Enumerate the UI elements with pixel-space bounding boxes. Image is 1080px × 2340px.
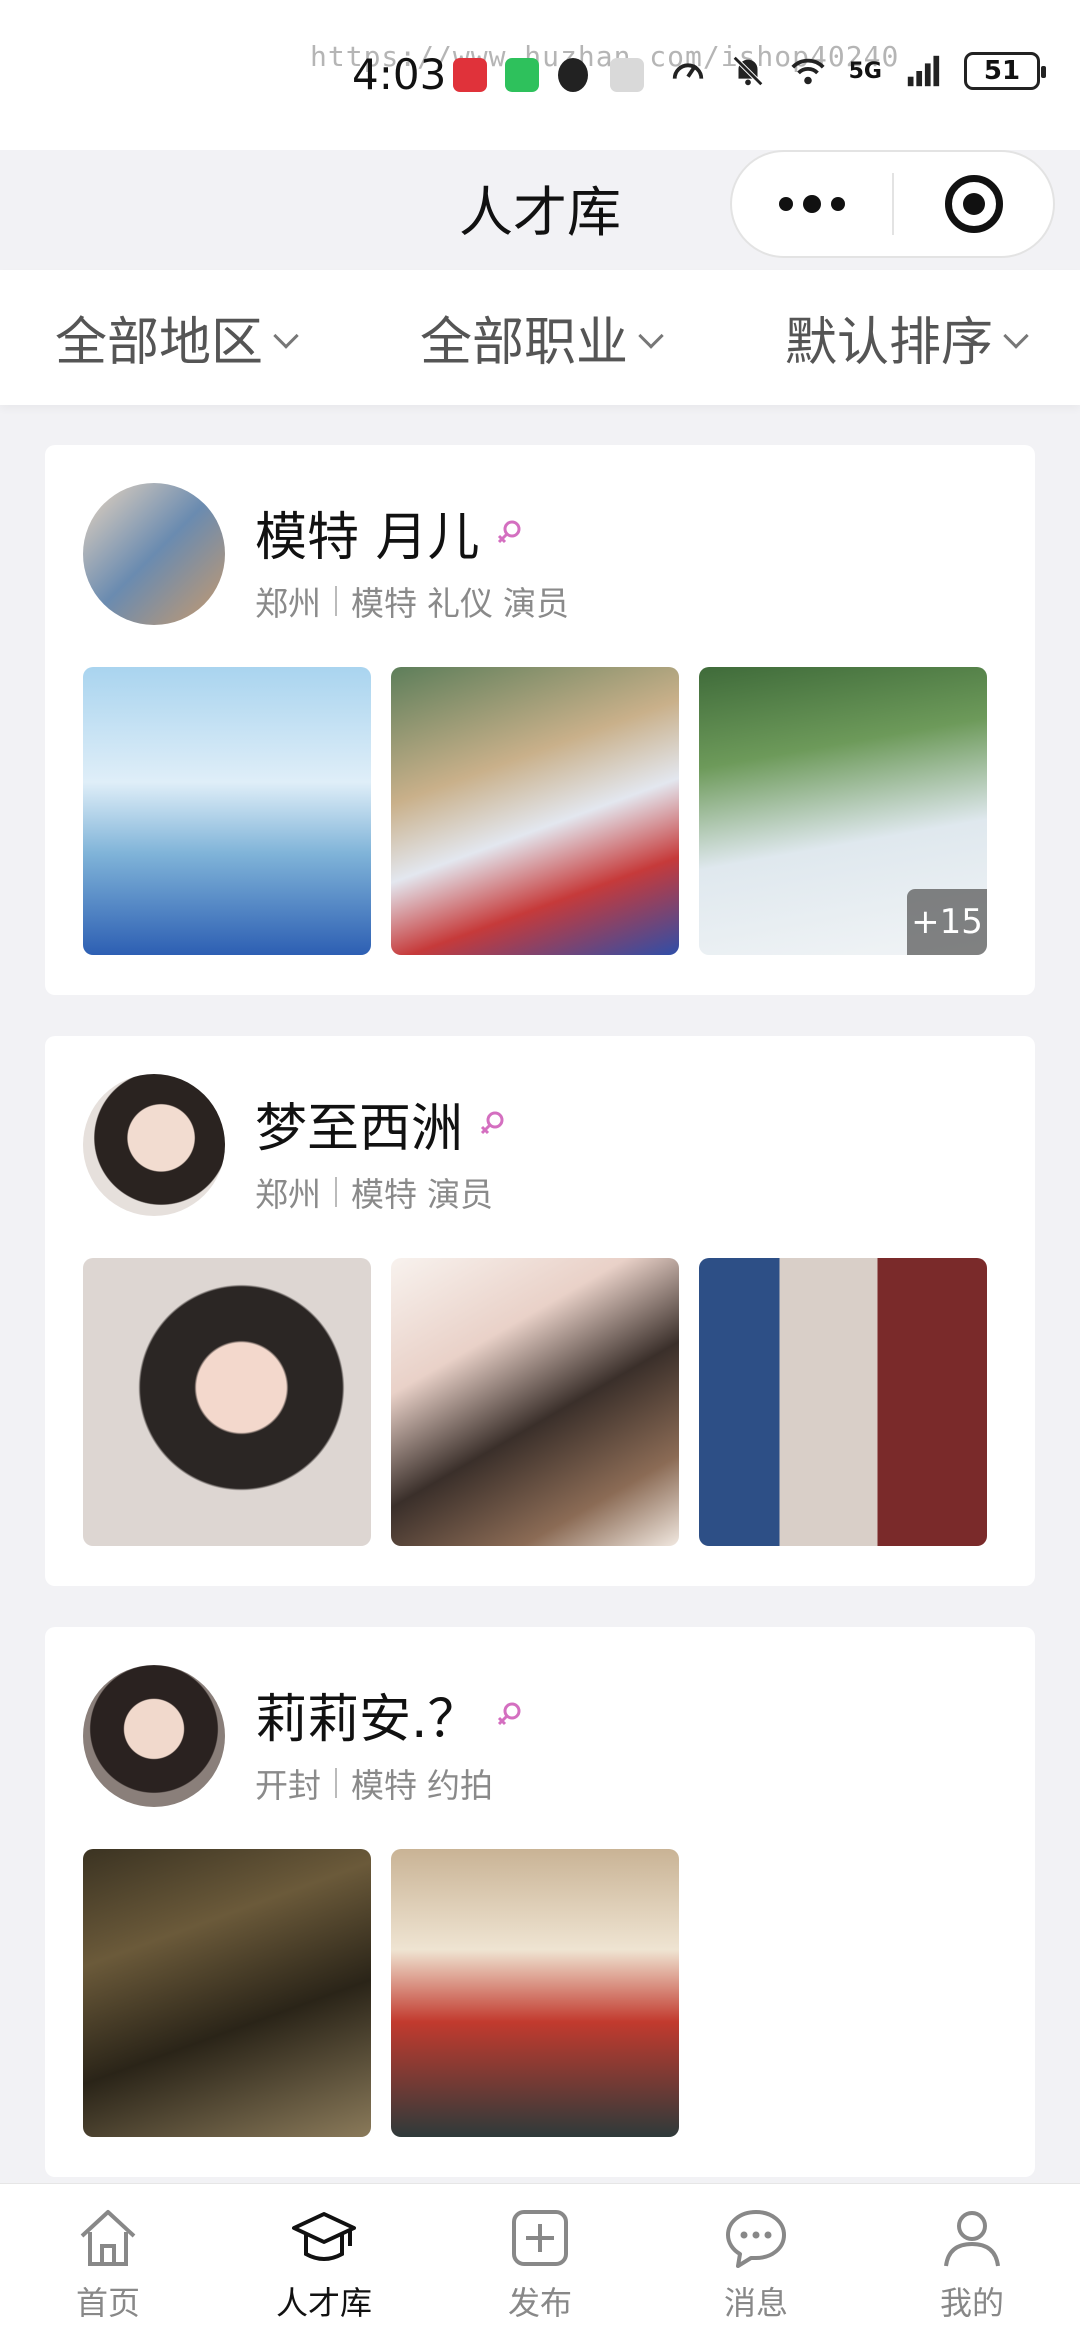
talent-tag: 礼仪 <box>427 584 493 623</box>
home-icon <box>80 2210 136 2266</box>
huawei-app-icon <box>453 58 487 92</box>
tab-label: 人才库 <box>275 2284 372 2322</box>
talent-city: 开封 <box>255 1766 321 1805</box>
gallery-photo[interactable] <box>83 667 371 955</box>
talent-city: 郑州 <box>255 584 321 623</box>
more-button[interactable] <box>732 152 892 256</box>
tab-label: 首页 <box>75 2284 140 2322</box>
close-mini-program-button[interactable] <box>894 152 1053 256</box>
tab-messages[interactable]: 消息 <box>648 2184 864 2340</box>
tab-talent-pool[interactable]: 人才库 <box>216 2184 432 2340</box>
avatar[interactable] <box>83 483 225 625</box>
gallery-photo[interactable] <box>699 1258 987 1546</box>
target-icon <box>944 175 1003 233</box>
gallery-photo[interactable] <box>83 1849 371 2137</box>
filter-profession-label: 全部职业 <box>419 313 628 373</box>
chevron-down-icon <box>638 322 664 349</box>
photo-grid <box>83 1849 679 2137</box>
plus-square-icon <box>512 2210 568 2266</box>
talent-meta: 郑州 模特 礼仪 演员 <box>255 577 579 625</box>
talent-tag: 约拍 <box>427 1766 493 1805</box>
talent-tag: 演员 <box>503 584 569 623</box>
more-photos-badge: +15 <box>907 889 987 955</box>
graduation-cap-icon <box>292 2212 356 2261</box>
talent-tag: 模特 <box>351 584 417 623</box>
speed-gauge-icon <box>672 63 703 79</box>
tab-label: 发布 <box>507 2284 572 2322</box>
filter-bar: 全部地区 全部职业 默认排序 <box>0 270 1080 405</box>
avatar[interactable] <box>83 1074 225 1216</box>
talent-meta: 开封 模特 约拍 <box>255 1759 503 1807</box>
signal-icon <box>907 55 940 87</box>
gallery-photo[interactable]: +15 <box>699 667 987 955</box>
talent-card[interactable]: 模特 月儿 郑州 模特 礼仪 演员 +15 <box>45 445 1035 995</box>
filter-sort-label: 默认排序 <box>784 313 993 373</box>
talent-name: 莉莉安.？ <box>255 1690 480 1750</box>
talent-tag: 模特 <box>351 1175 417 1214</box>
talent-tag: 模特 <box>351 1766 417 1805</box>
photo-grid: +15 <box>83 667 987 955</box>
female-icon <box>497 520 521 543</box>
status-icons: 5G 51 <box>669 52 1046 90</box>
gallery-photo[interactable] <box>83 1258 371 1546</box>
status-time: 4:03 <box>352 50 447 99</box>
notification-app-icon <box>610 58 644 92</box>
dot-icon <box>779 197 793 211</box>
chevron-down-icon <box>273 322 299 349</box>
photo-grid <box>83 1258 987 1546</box>
filter-region-label: 全部地区 <box>55 313 264 373</box>
talent-name: 模特 月儿 <box>255 508 480 568</box>
talent-tag: 演员 <box>427 1175 493 1214</box>
tab-label: 消息 <box>723 2284 788 2322</box>
divider <box>335 586 337 616</box>
gallery-photo[interactable] <box>391 1258 679 1546</box>
divider <box>335 1768 337 1798</box>
mini-program-capsule <box>730 150 1055 258</box>
female-icon <box>497 1702 521 1725</box>
tab-label: 我的 <box>939 2284 1004 2322</box>
talent-card[interactable]: 梦至西洲 郑州 模特 演员 <box>45 1036 1035 1586</box>
tab-publish[interactable]: 发布 <box>432 2184 648 2340</box>
talent-meta: 郑州 模特 演员 <box>255 1168 503 1216</box>
female-icon <box>480 1111 504 1134</box>
tab-profile[interactable]: 我的 <box>864 2184 1080 2340</box>
talent-city: 郑州 <box>255 1175 321 1214</box>
battery-indicator: 51 <box>964 52 1046 90</box>
wechat-app-icon <box>505 58 539 92</box>
dot-icon <box>803 195 821 213</box>
filter-region[interactable]: 全部地区 <box>55 300 299 375</box>
chevron-down-icon <box>1003 322 1029 349</box>
tab-home[interactable]: 首页 <box>0 2184 216 2340</box>
mute-bell-icon <box>732 56 763 86</box>
divider <box>335 1177 337 1207</box>
tab-bar: 首页 人才库 发布 消息 我的 <box>0 2183 1080 2340</box>
gallery-photo[interactable] <box>391 1849 679 2137</box>
talent-name: 梦至西洲 <box>255 1099 464 1159</box>
filter-profession[interactable]: 全部职业 <box>419 300 664 375</box>
user-icon <box>944 2211 1000 2267</box>
avatar[interactable] <box>83 1665 225 1807</box>
filter-sort[interactable]: 默认排序 <box>784 300 1029 375</box>
gallery-photo[interactable] <box>391 667 679 955</box>
network-type: 5G <box>848 58 882 84</box>
talent-card[interactable]: 莉莉安.？ 开封 模特 约拍 <box>45 1627 1035 2177</box>
qq-app-icon <box>558 58 588 92</box>
wifi-icon <box>791 58 825 85</box>
dot-icon <box>831 197 845 211</box>
chat-bubble-icon <box>726 2210 786 2268</box>
status-bar: https://www.huzhan.com/ishop40240 4:03 5… <box>0 0 1080 150</box>
